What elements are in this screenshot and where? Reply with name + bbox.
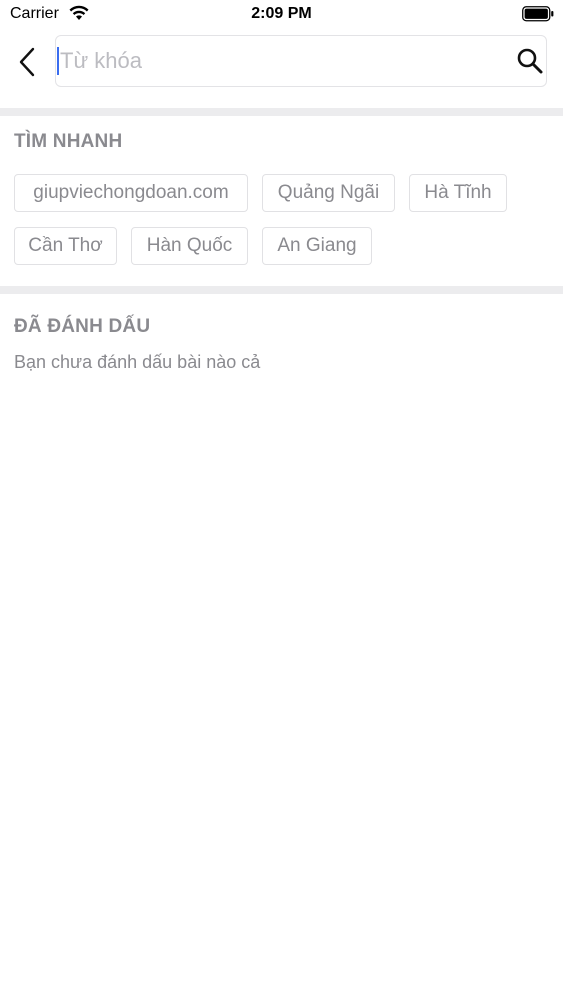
- quick-search-title: TÌM NHANH: [14, 131, 123, 152]
- section-divider: [0, 286, 563, 294]
- back-button[interactable]: [12, 44, 42, 80]
- bookmarks-title: ĐÃ ĐÁNH DẤU: [14, 316, 151, 337]
- quick-search-chip[interactable]: Hàn Quốc: [131, 227, 248, 265]
- quick-search-chip[interactable]: giupviechongdoan.com: [14, 174, 248, 212]
- battery-icon: [522, 6, 554, 22]
- search-icon: [517, 48, 543, 74]
- bookmarks-empty-message: Bạn chưa đánh dấu bài nào cả: [14, 352, 261, 372]
- text-caret: [57, 47, 59, 75]
- status-time: 2:09 PM: [251, 5, 312, 22]
- chevron-left-icon: [19, 47, 35, 77]
- search-header: [0, 30, 563, 108]
- quick-search-chip[interactable]: An Giang: [262, 227, 372, 265]
- quick-search-chip[interactable]: Cần Thơ: [14, 227, 117, 265]
- status-bar: Carrier 2:09 PM: [0, 0, 563, 30]
- section-divider: [0, 108, 563, 116]
- search-input[interactable]: [60, 36, 500, 86]
- quick-search-chip[interactable]: Quảng Ngãi: [262, 174, 395, 212]
- quick-search-chip[interactable]: Hà Tĩnh: [409, 174, 507, 212]
- search-button[interactable]: [516, 47, 544, 75]
- search-box[interactable]: [55, 35, 547, 87]
